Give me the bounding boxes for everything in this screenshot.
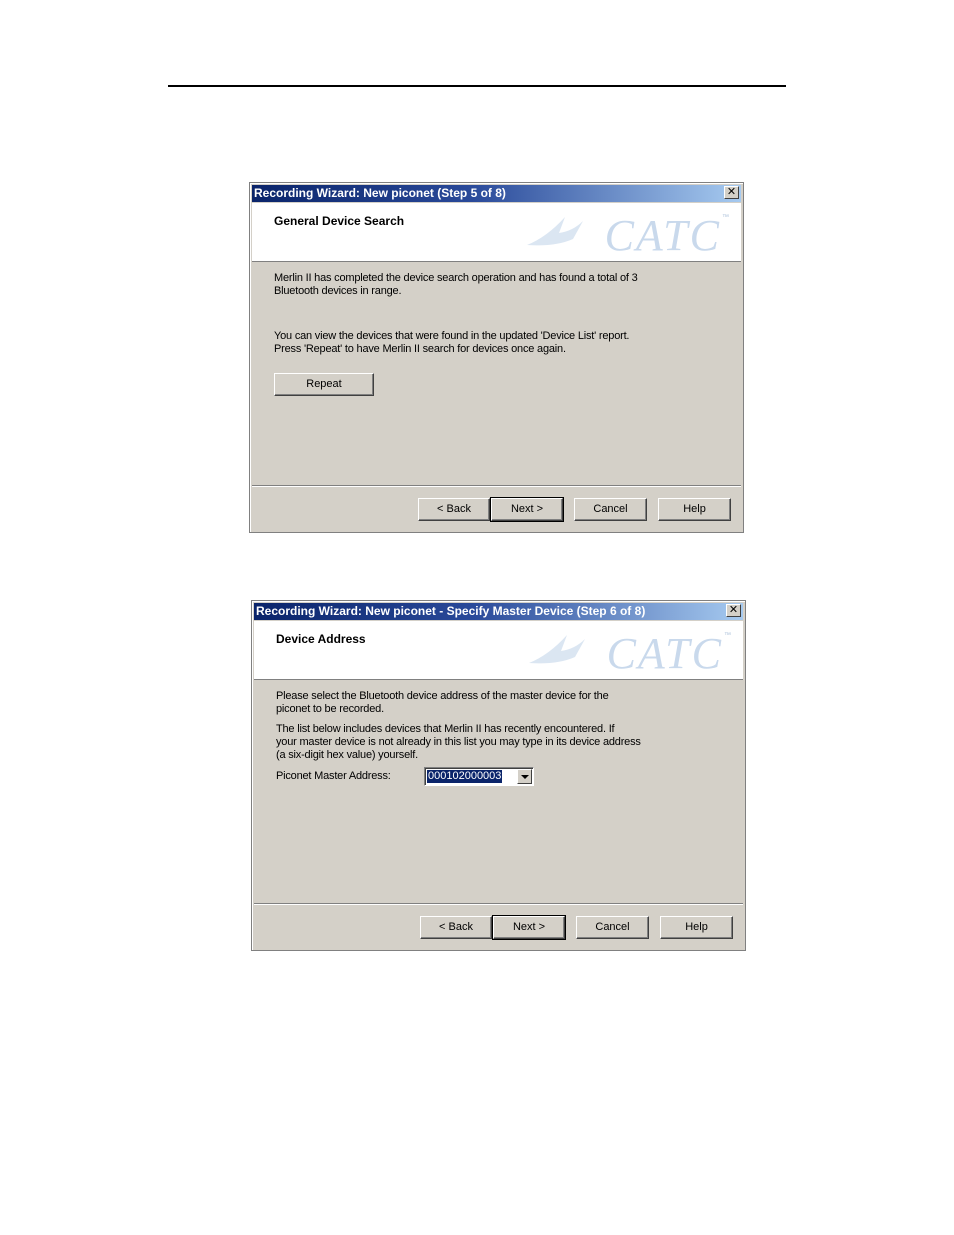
page-title: General Device Search bbox=[274, 214, 405, 228]
wizard-header: Device Address CATC ™ bbox=[254, 621, 743, 680]
wizard-header: General Device Search CATC ™ bbox=[252, 203, 741, 262]
logo-trademark: ™ bbox=[724, 632, 731, 639]
back-button[interactable]: < Back bbox=[420, 916, 492, 939]
logo-text: CATC bbox=[606, 629, 723, 678]
logo-trademark: ™ bbox=[722, 214, 729, 221]
instruction-text: Please select the Bluetooth device addre… bbox=[276, 690, 609, 715]
chevron-down-icon[interactable] bbox=[517, 769, 532, 784]
footer-separator bbox=[254, 903, 743, 905]
close-icon[interactable]: ✕ bbox=[726, 604, 741, 617]
cancel-button[interactable]: Cancel bbox=[576, 916, 649, 939]
device-list-text: You can view the devices that were found… bbox=[274, 330, 630, 355]
dialog-title: Recording Wizard: New piconet (Step 5 of… bbox=[254, 186, 506, 200]
catc-logo: CATC ™ bbox=[527, 625, 737, 678]
footer-separator bbox=[252, 485, 741, 487]
search-result-text: Merlin II has completed the device searc… bbox=[274, 272, 638, 297]
dialog-title: Recording Wizard: New piconet - Specify … bbox=[256, 604, 646, 618]
device-list-text: The list below includes devices that Mer… bbox=[276, 723, 641, 761]
repeat-button[interactable]: Repeat bbox=[274, 373, 374, 396]
page-title: Device Address bbox=[276, 632, 366, 646]
title-bar[interactable]: Recording Wizard: New piconet (Step 5 of… bbox=[252, 185, 741, 202]
wizard-dialog-step5: Recording Wizard: New piconet (Step 5 of… bbox=[249, 182, 744, 533]
logo-text: CATC bbox=[604, 211, 721, 260]
master-address-value[interactable]: 000102000003 bbox=[427, 770, 503, 783]
catc-swoosh-icon bbox=[529, 635, 585, 664]
master-address-label: Piconet Master Address: bbox=[276, 770, 391, 782]
wizard-dialog-step6: Recording Wizard: New piconet - Specify … bbox=[251, 600, 746, 951]
cancel-button[interactable]: Cancel bbox=[574, 498, 647, 521]
next-button[interactable]: Next > bbox=[490, 497, 564, 522]
help-button[interactable]: Help bbox=[658, 498, 731, 521]
help-button[interactable]: Help bbox=[660, 916, 733, 939]
back-button[interactable]: < Back bbox=[418, 498, 490, 521]
close-icon[interactable]: ✕ bbox=[724, 186, 739, 199]
next-button[interactable]: Next > bbox=[492, 915, 566, 940]
catc-swoosh-icon bbox=[527, 217, 583, 246]
master-address-combobox[interactable]: 000102000003 bbox=[424, 767, 534, 786]
page-top-rule bbox=[168, 85, 786, 87]
catc-logo: CATC ™ bbox=[525, 207, 735, 260]
title-bar[interactable]: Recording Wizard: New piconet - Specify … bbox=[254, 603, 743, 620]
